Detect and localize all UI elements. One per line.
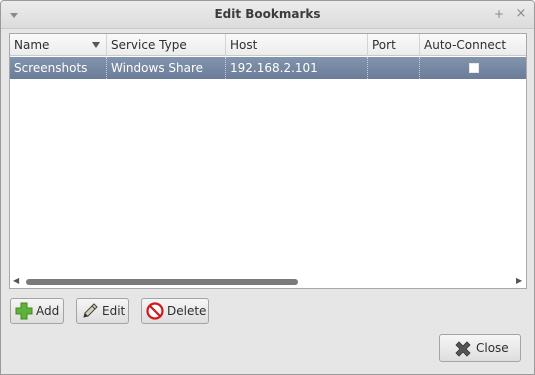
- close-button[interactable]: Close: [439, 334, 521, 362]
- column-header-name[interactable]: Name: [10, 34, 107, 56]
- auto-connect-checkbox[interactable]: [469, 63, 479, 73]
- window-title: Edit Bookmarks: [214, 7, 321, 21]
- no-entry-icon: [146, 302, 164, 320]
- edit-button-label: Edit: [102, 304, 126, 318]
- cell-host: 192.168.2.101: [226, 57, 368, 79]
- close-button-label: Close: [476, 341, 509, 355]
- close-window-icon[interactable]: ×: [514, 7, 528, 21]
- edit-bookmarks-dialog: Edit Bookmarks + × Name Service Type Hos…: [0, 0, 535, 375]
- x-close-icon: [455, 341, 471, 357]
- column-header-auto-connect[interactable]: Auto-Connect: [420, 34, 526, 56]
- cell-port: [368, 57, 420, 79]
- scrollbar-thumb[interactable]: [26, 279, 298, 285]
- delete-button-label: Delete: [167, 304, 207, 318]
- sort-descending-icon: [92, 42, 100, 48]
- maximize-icon[interactable]: +: [492, 7, 506, 21]
- column-header-service-type[interactable]: Service Type: [107, 34, 226, 56]
- cell-name: Screenshots: [10, 57, 107, 79]
- delete-button[interactable]: Delete: [141, 298, 209, 324]
- list-header: Name Service Type Host Port Auto-Connect: [10, 34, 526, 56]
- column-header-host[interactable]: Host: [226, 34, 368, 56]
- bookmarks-list[interactable]: Name Service Type Host Port Auto-Connect…: [9, 33, 527, 289]
- add-button-label: Add: [36, 304, 60, 318]
- green-plus-icon: [15, 302, 33, 320]
- horizontal-scrollbar[interactable]: ◀ ▶: [10, 274, 526, 288]
- add-button[interactable]: Add: [10, 298, 64, 324]
- scroll-right-icon[interactable]: ▶: [516, 276, 522, 285]
- column-header-label: Name: [14, 38, 50, 52]
- scroll-left-icon[interactable]: ◀: [13, 276, 19, 285]
- table-row[interactable]: Screenshots Windows Share 192.168.2.101: [10, 57, 526, 79]
- title-bar[interactable]: Edit Bookmarks + ×: [1, 1, 534, 29]
- edit-button[interactable]: Edit: [76, 298, 129, 324]
- column-header-port[interactable]: Port: [368, 34, 420, 56]
- pencil-icon: [83, 303, 98, 318]
- cell-service-type: Windows Share: [107, 57, 226, 79]
